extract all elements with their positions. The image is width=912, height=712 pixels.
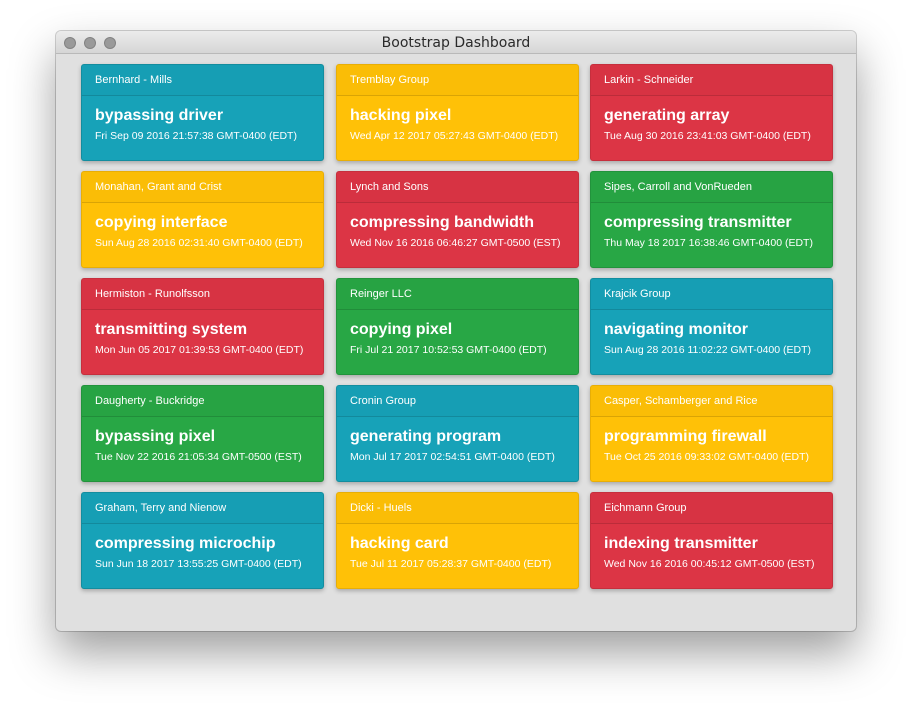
card-action-title: hacking pixel [350, 107, 452, 124]
dashboard-card[interactable]: Daugherty - Buckridge bypassing pixel Tue … [81, 385, 324, 482]
card-action-title: copying interface [95, 214, 228, 231]
card-action-title: transmitting system [95, 321, 248, 338]
card-action-title: generating array [604, 107, 730, 124]
dashboard-card[interactable]: Casper, Schamberger and Rice programming … [590, 385, 833, 482]
card-timestamp: Fri Jul 21 2017 10:52:53 GMT-0400 (EDT) [350, 344, 547, 356]
dashboard-card[interactable]: Hermiston - Runolfsson transmitting syste… [81, 278, 324, 375]
card-timestamp: Mon Jul 17 2017 02:54:51 GMT-0400 (EDT) [350, 451, 555, 463]
card-action-title: programming firewall [604, 428, 767, 445]
app-window: Bootstrap Dashboard Bernhard - Mills bypa… [56, 31, 856, 631]
card-timestamp: Wed Nov 16 2016 00:45:12 GMT-0500 (EST) [604, 558, 815, 570]
card-timestamp: Sun Aug 28 2016 02:31:40 GMT-0400 (EDT) [95, 237, 303, 249]
card-timestamp: Mon Jun 05 2017 01:39:53 GMT-0400 (EDT) [95, 344, 304, 356]
card-company-name: Daugherty - Buckridge [82, 386, 323, 417]
card-company-name: Larkin - Schneider [591, 65, 832, 96]
card-company-name: Casper, Schamberger and Rice [591, 386, 832, 417]
card-action-title: navigating monitor [604, 321, 748, 338]
card-timestamp: Wed Apr 12 2017 05:27:43 GMT-0400 (EDT) [350, 130, 559, 142]
dashboard-card[interactable]: Larkin - Schneider generating array Tue Au… [590, 64, 833, 161]
dashboard-card[interactable]: Lynch and Sons compressing bandwidth Wed N… [336, 171, 579, 268]
card-action-title: hacking card [350, 535, 449, 552]
card-company-name: Eichmann Group [591, 493, 832, 524]
card-timestamp: Tue Aug 30 2016 23:41:03 GMT-0400 (EDT) [604, 130, 811, 142]
dashboard-card[interactable]: Reinger LLC copying pixel Fri Jul 21 2017 … [336, 278, 579, 375]
card-company-name: Tremblay Group [337, 65, 578, 96]
card-action-title: generating program [350, 428, 502, 445]
card-company-name: Hermiston - Runolfsson [82, 279, 323, 310]
card-action-title: compressing transmitter [604, 214, 792, 231]
dashboard-card[interactable]: Graham, Terry and Nienow compressing micr… [81, 492, 324, 589]
card-timestamp: Wed Nov 16 2016 06:46:27 GMT-0500 (EST) [350, 237, 561, 249]
dashboard-card[interactable]: Monahan, Grant and Crist copying interfac… [81, 171, 324, 268]
card-action-title: copying pixel [350, 321, 453, 338]
card-timestamp: Tue Jul 11 2017 05:28:37 GMT-0400 (EDT) [350, 558, 552, 570]
card-action-title: compressing bandwidth [350, 214, 535, 231]
card-company-name: Graham, Terry and Nienow [82, 493, 323, 524]
dashboard-card[interactable]: Eichmann Group indexing transmitter Wed No… [590, 492, 833, 589]
dashboard-card[interactable]: Sipes, Carroll and VonRueden compressing … [590, 171, 833, 268]
dashboard-card[interactable]: Tremblay Group hacking pixel Wed Apr 12 20… [336, 64, 579, 161]
card-timestamp: Tue Nov 22 2016 21:05:34 GMT-0500 (EST) [95, 451, 302, 463]
card-company-name: Reinger LLC [337, 279, 578, 310]
dashboard-card[interactable]: Krajcik Group navigating monitor Sun Aug 2… [590, 278, 833, 375]
card-company-name: Monahan, Grant and Crist [82, 172, 323, 203]
card-company-name: Krajcik Group [591, 279, 832, 310]
card-timestamp: Sun Jun 18 2017 13:55:25 GMT-0400 (EDT) [95, 558, 302, 570]
window-title: Bootstrap Dashboard [381, 35, 531, 51]
card-company-name: Dicki - Huels [337, 493, 578, 524]
card-company-name: Bernhard - Mills [82, 65, 323, 96]
card-action-title: compressing microchip [95, 535, 276, 552]
card-timestamp: Tue Oct 25 2016 09:33:02 GMT-0400 (EDT) [604, 451, 810, 463]
card-timestamp: Fri Sep 09 2016 21:57:38 GMT-0400 (EDT) [95, 130, 297, 142]
card-action-title: bypassing driver [95, 107, 224, 124]
card-company-name: Sipes, Carroll and VonRueden [591, 172, 832, 203]
dashboard-card[interactable]: Bernhard - Mills bypassing driver Fri Sep … [81, 64, 324, 161]
dashboard-card[interactable]: Cronin Group generating program Mon Jul 17… [336, 385, 579, 482]
card-company-name: Cronin Group [337, 386, 578, 417]
card-company-name: Lynch and Sons [337, 172, 578, 203]
card-action-title: bypassing pixel [95, 428, 216, 445]
dashboard-card[interactable]: Dicki - Huels hacking card Tue Jul 11 2017… [336, 492, 579, 589]
card-timestamp: Sun Aug 28 2016 11:02:22 GMT-0400 (EDT) [604, 344, 812, 356]
card-timestamp: Thu May 18 2017 16:38:46 GMT-0400 (EDT) [604, 237, 813, 249]
card-action-title: indexing transmitter [604, 535, 758, 552]
title-bar[interactable]: Bootstrap Dashboard [56, 31, 856, 54]
